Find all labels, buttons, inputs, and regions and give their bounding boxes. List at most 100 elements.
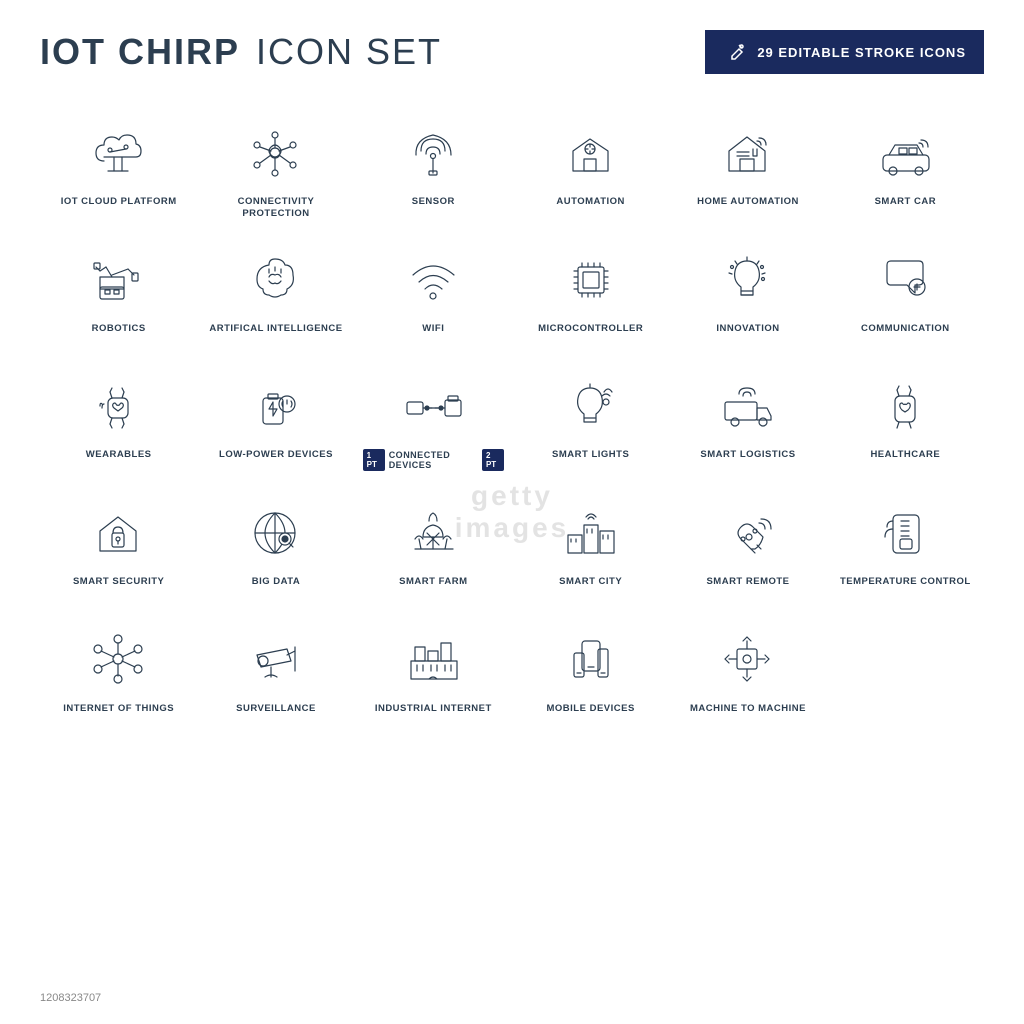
big-data-label: BIG DATA xyxy=(252,576,301,588)
icon-cell-connected-devices: 1 PT CONNECTED DEVICES 2 PT xyxy=(355,357,512,484)
icon-cell-internet-of-things: INTERNET OF THINGS xyxy=(40,611,197,738)
big-data-icon xyxy=(241,498,311,568)
communication-icon xyxy=(870,245,940,315)
icon-cell-smart-security: SMART SECURITY xyxy=(40,484,197,611)
innovation-icon xyxy=(713,245,783,315)
smart-security-label: SMART SECURITY xyxy=(73,576,164,588)
wearables-icon xyxy=(84,371,154,441)
title-block: IOT CHIRP ICON SET xyxy=(40,31,442,73)
iot-cloud-platform-icon xyxy=(84,118,154,188)
icon-cell-wifi: WIFI xyxy=(355,231,512,358)
low-power-devices-label: LOW-POWER DEVICES xyxy=(219,449,333,461)
connected-devices-label: CONNECTED DEVICES xyxy=(389,450,478,470)
machine-to-machine-label: MACHINE TO MACHINE xyxy=(690,703,806,715)
icon-cell-smart-farm: SMART FARM xyxy=(355,484,512,611)
icon-cell-robotics: ROBOTICS xyxy=(40,231,197,358)
icon-cell-machine-to-machine: MACHINE TO MACHINE xyxy=(669,611,826,738)
icon-cell-temperature-control: TEMPERATURE CONTROL xyxy=(827,484,984,611)
smart-lights-label: SMART LIGHTS xyxy=(552,449,629,461)
microcontroller-icon xyxy=(556,245,626,315)
icon-cell-artificial-intelligence: ARTIFICAL INTELLIGENCE xyxy=(197,231,354,358)
connectivity-protection-icon xyxy=(241,118,311,188)
icon-cell-industrial-internet: INDUSTRIAL INTERNET xyxy=(355,611,512,738)
wifi-label: WIFI xyxy=(422,323,444,335)
icon-cell-wearables: WEARABLES xyxy=(40,357,197,484)
wearables-label: WEARABLES xyxy=(86,449,152,461)
icon-cell-home-automation: HOME AUTOMATION xyxy=(669,104,826,231)
smart-remote-label: SMART REMOTE xyxy=(706,576,789,588)
icon-cell-sensor: SENSOR xyxy=(355,104,512,231)
icon-cell-smart-remote: SMART REMOTE xyxy=(669,484,826,611)
smart-city-label: SMART CITY xyxy=(559,576,622,588)
smart-remote-icon xyxy=(713,498,783,568)
icons-grid: IOT CLOUD PLATFORM xyxy=(40,104,984,737)
page: IOT CHIRP ICON SET 29 EDITABLE STROKE IC… xyxy=(0,0,1024,1024)
healthcare-label: HEALTHCARE xyxy=(870,449,940,461)
artificial-intelligence-icon xyxy=(241,245,311,315)
temperature-control-label: TEMPERATURE CONTROL xyxy=(840,576,971,588)
icon-cell-smart-car: SMART CAR xyxy=(827,104,984,231)
home-automation-label: HOME AUTOMATION xyxy=(697,196,799,208)
home-automation-icon xyxy=(713,118,783,188)
internet-of-things-icon xyxy=(84,625,154,695)
icon-cell-automation: AUTOMATION xyxy=(512,104,669,231)
icon-cell-big-data: BIG DATA xyxy=(197,484,354,611)
iot-cloud-platform-label: IOT CLOUD PLATFORM xyxy=(61,196,177,208)
connected-devices-pt-row: 1 PT CONNECTED DEVICES 2 PT xyxy=(363,449,504,471)
wifi-icon xyxy=(398,245,468,315)
healthcare-icon xyxy=(870,371,940,441)
smart-logistics-icon xyxy=(713,371,783,441)
smart-lights-icon xyxy=(556,371,626,441)
innovation-label: INNOVATION xyxy=(716,323,779,335)
sensor-label: SENSOR xyxy=(412,196,455,208)
icon-cell-communication: COMMUNICATION xyxy=(827,231,984,358)
smart-security-icon xyxy=(84,498,154,568)
icon-cell-microcontroller: MICROCONTROLLER xyxy=(512,231,669,358)
icon-cell-smart-city: SMART CITY xyxy=(512,484,669,611)
automation-icon xyxy=(556,118,626,188)
smart-car-icon xyxy=(870,118,940,188)
connectivity-protection-label: CONNECTIVITY PROTECTION xyxy=(205,196,346,221)
industrial-internet-label: INDUSTRIAL INTERNET xyxy=(375,703,492,715)
automation-label: AUTOMATION xyxy=(556,196,625,208)
smart-logistics-label: SMART LOGISTICS xyxy=(700,449,795,461)
footer-id: 1208323707 xyxy=(40,992,101,1004)
header: IOT CHIRP ICON SET 29 EDITABLE STROKE IC… xyxy=(40,30,984,74)
smart-farm-label: SMART FARM xyxy=(399,576,467,588)
robotics-label: ROBOTICS xyxy=(92,323,146,335)
machine-to-machine-icon xyxy=(713,625,783,695)
robotics-icon xyxy=(84,245,154,315)
artificial-intelligence-label: ARTIFICAL INTELLIGENCE xyxy=(209,323,342,335)
pt2-badge: 2 PT xyxy=(482,449,504,471)
smart-city-icon xyxy=(556,498,626,568)
mobile-devices-icon xyxy=(556,625,626,695)
badge: 29 EDITABLE STROKE ICONS xyxy=(705,30,984,74)
icon-cell-smart-lights: SMART LIGHTS xyxy=(512,357,669,484)
surveillance-icon xyxy=(241,625,311,695)
mobile-devices-label: MOBILE DEVICES xyxy=(547,703,635,715)
low-power-devices-icon xyxy=(241,371,311,441)
internet-of-things-label: INTERNET OF THINGS xyxy=(63,703,174,715)
pen-icon xyxy=(723,40,747,64)
icon-cell-healthcare: HEALTHCARE xyxy=(827,357,984,484)
industrial-internet-icon xyxy=(398,625,468,695)
footer-id-text: 1208323707 xyxy=(40,992,101,1004)
smart-farm-icon xyxy=(398,498,468,568)
communication-label: COMMUNICATION xyxy=(861,323,950,335)
icon-cell-low-power-devices: LOW-POWER DEVICES xyxy=(197,357,354,484)
icon-cell-innovation: INNOVATION xyxy=(669,231,826,358)
temperature-control-icon xyxy=(870,498,940,568)
badge-text: 29 EDITABLE STROKE ICONS xyxy=(757,45,966,60)
icon-cell-iot-cloud-platform: IOT CLOUD PLATFORM xyxy=(40,104,197,231)
icon-cell-smart-logistics: SMART LOGISTICS xyxy=(669,357,826,484)
surveillance-label: SURVEILLANCE xyxy=(236,703,316,715)
connected-devices-icon xyxy=(398,371,468,441)
smart-car-label: SMART CAR xyxy=(875,196,937,208)
icon-cell-surveillance: SURVEILLANCE xyxy=(197,611,354,738)
title-sub: ICON SET xyxy=(256,31,442,73)
microcontroller-label: MICROCONTROLLER xyxy=(538,323,643,335)
icon-cell-mobile-devices: MOBILE DEVICES xyxy=(512,611,669,738)
title-main: IOT CHIRP xyxy=(40,31,240,73)
icon-cell-connectivity-protection: CONNECTIVITY PROTECTION xyxy=(197,104,354,231)
pt1-badge: 1 PT xyxy=(363,449,385,471)
